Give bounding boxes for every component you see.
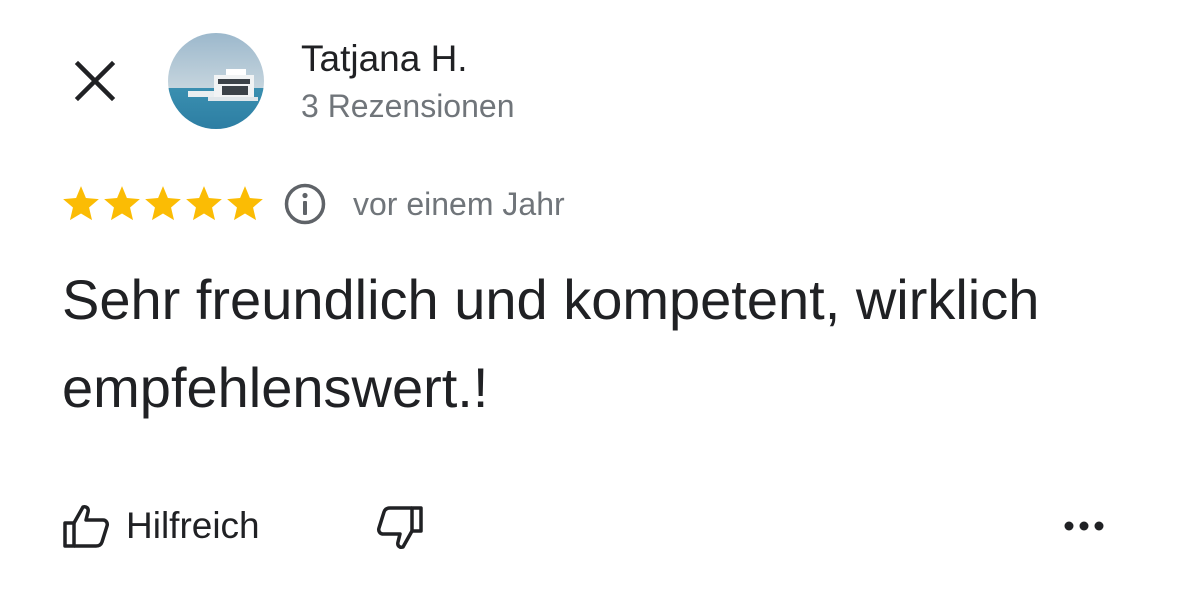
- avatar-photo: [168, 33, 264, 129]
- author-name[interactable]: Tatjana H.: [301, 38, 468, 80]
- info-button[interactable]: [283, 182, 327, 226]
- helpful-label: Hilfreich: [126, 505, 260, 546]
- thumbs-down-icon: [377, 506, 423, 549]
- star-icon: [104, 186, 140, 221]
- info-icon: [284, 183, 326, 225]
- star-icon: [63, 186, 99, 221]
- star-icon: [227, 186, 263, 221]
- not-helpful-button[interactable]: [372, 500, 428, 556]
- review-date: vor einem Jahr: [353, 185, 565, 222]
- more-horizontal-icon: [1064, 521, 1104, 531]
- helpful-button[interactable]: Hilfreich: [62, 498, 260, 554]
- rating-row: vor einem Jahr: [60, 180, 565, 228]
- close-icon: [74, 60, 116, 102]
- review-text: Sehr freundlich und kompetent, wirklich …: [62, 268, 1040, 419]
- more-options-button[interactable]: [1056, 502, 1112, 550]
- star-icon: [145, 186, 181, 221]
- close-button[interactable]: [70, 56, 120, 106]
- avatar[interactable]: [168, 33, 264, 129]
- review-count[interactable]: 3 Rezensionen: [301, 88, 514, 125]
- review-card: Tatjana H. 3 Rezensionen vor einem Jahr …: [0, 0, 1179, 599]
- star-icon: [186, 186, 222, 221]
- star-rating: [60, 183, 265, 225]
- thumbs-up-icon: [63, 505, 109, 548]
